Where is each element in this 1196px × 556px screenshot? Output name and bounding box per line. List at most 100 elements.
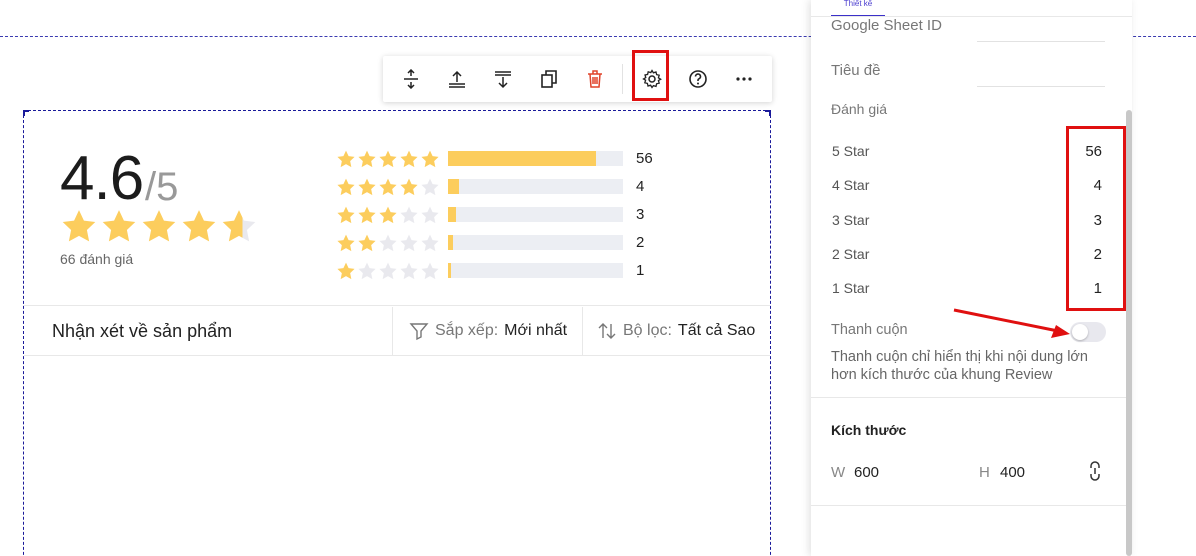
average-stars [60, 207, 258, 245]
star-count-label: 5 Star [832, 143, 870, 159]
star-icon [379, 262, 397, 280]
sort-dropdown[interactable]: Sắp xếp: Mới nhất [392, 307, 582, 355]
google-sheet-label: Google Sheet ID [831, 17, 942, 34]
more-button[interactable] [722, 56, 766, 102]
star-icon [400, 150, 418, 168]
rating-row-5: 56 [336, 147, 666, 175]
review-widget[interactable]: 4.6 /5 66 đánh giá 56 4 3 2 1 Nhận xét về sả… [23, 110, 771, 556]
rating-row-4: 4 [336, 175, 666, 203]
star-icon [421, 206, 439, 224]
rating-row-3: 3 [336, 203, 666, 231]
star-icon [379, 178, 397, 196]
trash-icon [588, 70, 602, 88]
duplicate-button[interactable] [527, 56, 571, 102]
rating-label: Đánh giá [831, 101, 888, 117]
aspect-lock-icon[interactable] [1085, 460, 1105, 482]
star-icon [421, 150, 439, 168]
star-count-label: 1 Star [832, 280, 870, 296]
rating-bar-fill [448, 179, 459, 194]
title-input[interactable] [977, 86, 1105, 87]
row-stars [336, 233, 440, 253]
width-input[interactable]: 600 [854, 464, 879, 481]
rating-row-count: 3 [636, 206, 645, 223]
height-label: H [979, 464, 990, 481]
rating-bar-fill [448, 151, 597, 166]
duplicate-icon [541, 70, 557, 88]
rating-bar-fill [448, 207, 456, 222]
divider [24, 305, 770, 306]
height-input[interactable]: 400 [1000, 464, 1025, 481]
star-icon [142, 210, 176, 242]
move-down-icon [495, 71, 511, 89]
google-sheet-input[interactable] [977, 41, 1105, 42]
filter-funnel-icon [409, 323, 429, 341]
star-count-row: 5 Star 56 [832, 143, 1102, 160]
review-count: 66 đánh giá [60, 251, 134, 267]
sort-value: Mới nhất [504, 322, 568, 339]
star-icon [421, 262, 439, 280]
settings-highlight-box [632, 50, 669, 101]
star-icon [400, 178, 418, 196]
star-icon [358, 262, 376, 280]
star-icon [421, 178, 439, 196]
filter-label: Bộ lọc: [623, 322, 672, 339]
star-icon [379, 234, 397, 252]
sort-arrows-icon [598, 323, 616, 339]
move-down-button[interactable] [481, 56, 525, 102]
star-icon [400, 234, 418, 252]
divider [811, 397, 1132, 398]
row-stars [336, 261, 440, 281]
reviews-title: Nhận xét về sản phẩm [52, 321, 233, 341]
star-count-label: 2 Star [832, 246, 870, 262]
divider [24, 355, 770, 356]
size-section-title: Kích thước [831, 422, 907, 438]
star-icon [222, 210, 256, 242]
star-icon [62, 210, 96, 242]
move-up-button[interactable] [435, 56, 479, 102]
scrollbar-toggle[interactable] [1070, 322, 1106, 342]
sort-label: Sắp xếp: [435, 322, 499, 339]
rating-row-count: 2 [636, 234, 645, 251]
star-icon [400, 262, 418, 280]
rating-bar-fill [448, 235, 454, 250]
toolbar-separator [622, 64, 623, 94]
selection-corner [765, 110, 771, 116]
star-icon [102, 210, 136, 242]
star-icon [379, 206, 397, 224]
star-count-row: 4 Star 4 [832, 177, 1102, 194]
star-values-highlight-box [1066, 126, 1126, 311]
filter-dropdown[interactable]: Bộ lọc: Tất cả Sao [582, 307, 772, 355]
help-icon [689, 70, 707, 88]
star-icon [358, 206, 376, 224]
star-icon [358, 234, 376, 252]
help-button[interactable] [676, 56, 720, 102]
rating-row-count: 56 [636, 150, 653, 167]
star-icon [358, 150, 376, 168]
rating-breakdown: 56 4 3 2 1 [336, 147, 666, 287]
row-stars [336, 205, 440, 225]
star-icon [358, 178, 376, 196]
star-icon [337, 206, 355, 224]
selection-corner [23, 110, 29, 116]
score-max: /5 [145, 165, 179, 209]
star-icon [337, 150, 355, 168]
row-stars [336, 177, 440, 197]
star-count-label: 4 Star [832, 177, 870, 193]
tab-design[interactable]: Thiết kế [831, 0, 885, 17]
star-icon [421, 234, 439, 252]
widget-toolbar [383, 56, 772, 102]
insert-space-button[interactable] [389, 56, 433, 102]
filter-value: Tất cả Sao [677, 322, 756, 339]
star-icon [337, 178, 355, 196]
rating-bar-track [448, 235, 623, 250]
delete-button[interactable] [573, 56, 617, 102]
panel-scrollbar[interactable] [1126, 110, 1132, 556]
rating-bar-fill [448, 263, 451, 278]
star-icon [182, 210, 216, 242]
star-icon [337, 262, 355, 280]
star-icon [337, 234, 355, 252]
move-up-icon [449, 70, 465, 88]
rating-bar-track [448, 179, 623, 194]
rating-row-2: 2 [336, 231, 666, 259]
red-arrow-annotation [953, 308, 1070, 338]
